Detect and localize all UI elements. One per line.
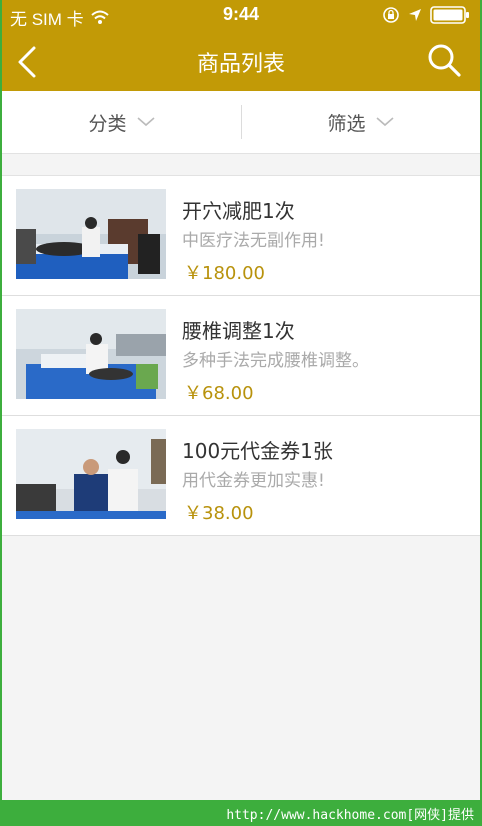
- filter-bar: 分类 筛选: [2, 91, 480, 154]
- watermark-text: http://www.hackhome.com[网侠]提供: [226, 808, 474, 823]
- search-button[interactable]: [426, 42, 464, 80]
- product-item[interactable]: 开穴减肥1次 中医疗法无副作用! ￥180.00: [2, 176, 480, 296]
- page-title: 商品列表: [196, 52, 285, 77]
- product-price: ￥38.00: [184, 503, 254, 524]
- status-right: [382, 6, 470, 24]
- chevron-down-icon: [375, 117, 394, 127]
- product-list: 开穴减肥1次 中医疗法无副作用! ￥180.00 腰椎调整1次 多种手法完成腰椎…: [2, 175, 480, 536]
- product-thumbnail: [16, 309, 166, 399]
- product-thumbnail: [16, 429, 166, 519]
- search-icon: [428, 44, 461, 77]
- product-item[interactable]: 腰椎调整1次 多种手法完成腰椎调整。 ￥68.00: [2, 296, 480, 416]
- nav-bar: 商品列表: [2, 32, 480, 91]
- category-filter[interactable]: 分类: [2, 91, 241, 153]
- product-price: ￥180.00: [184, 263, 265, 284]
- product-item[interactable]: 100元代金券1张 用代金券更加实惠! ￥38.00: [2, 416, 480, 536]
- product-title: 腰椎调整1次: [182, 319, 295, 343]
- product-description: 用代金券更加实惠!: [182, 471, 325, 491]
- chevron-down-icon: [136, 117, 155, 127]
- screen-filter-label: 筛选: [327, 112, 366, 135]
- product-thumbnail: [16, 189, 166, 279]
- screen-filter[interactable]: 筛选: [241, 91, 480, 153]
- status-bar: 无 SIM 卡 9:44: [2, 0, 480, 32]
- product-title: 100元代金券1张: [182, 439, 333, 463]
- product-title: 开穴减肥1次: [182, 199, 295, 223]
- product-description: 中医疗法无副作用!: [182, 231, 325, 251]
- category-filter-label: 分类: [88, 112, 127, 135]
- product-price: ￥68.00: [184, 383, 254, 404]
- phone-screen: 无 SIM 卡 9:44 商品列表 分类 筛选 开穴减肥1次 中医疗法无副作用!…: [2, 0, 480, 800]
- location-arrow-icon: [409, 9, 421, 21]
- product-description: 多种手法完成腰椎调整。: [182, 351, 369, 371]
- watermark-footer: http://www.hackhome.com[网侠]提供: [0, 800, 482, 826]
- orientation-lock-icon: [383, 7, 399, 23]
- battery-icon: [430, 6, 469, 24]
